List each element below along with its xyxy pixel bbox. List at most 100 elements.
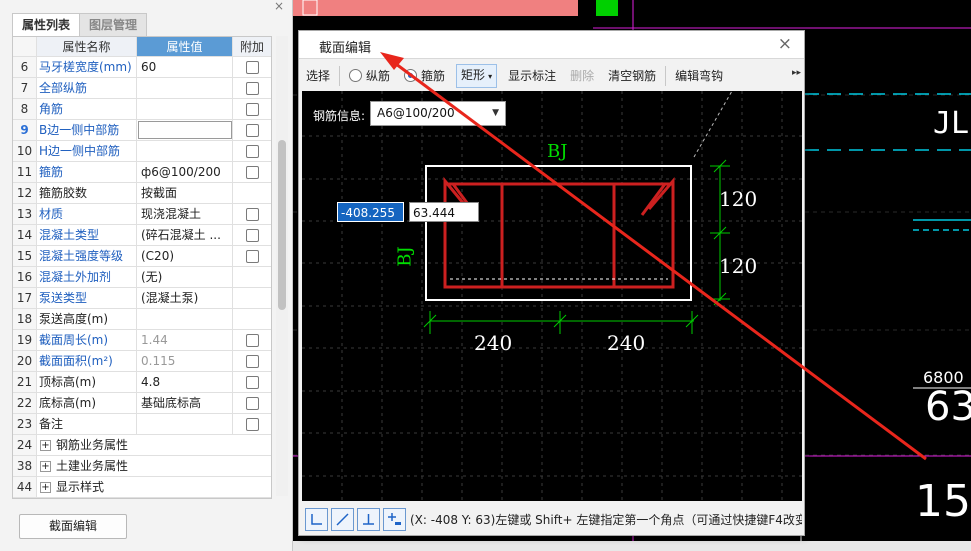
property-value[interactable]: 4.8 [137,372,233,392]
property-value[interactable]: (混凝土泵) [137,288,233,308]
coord-x-input[interactable]: -408.255 [337,202,404,222]
expand-icon[interactable]: + [40,440,51,451]
add-point-snap-icon[interactable] [383,507,406,531]
add-cell [233,288,271,308]
property-row[interactable]: 19 截面周长(m) 1.44 [13,330,271,351]
property-name: 顶标高(m) [37,372,137,392]
property-row[interactable]: 9 B边一侧中部筋 [13,120,271,141]
perpendicular-snap-icon[interactable] [357,507,380,531]
property-value[interactable] [137,309,233,329]
expand-icon[interactable]: + [40,461,51,472]
add-checkbox[interactable] [245,333,259,347]
property-value[interactable]: 0.115 [137,351,233,371]
property-value[interactable]: ф6@100/200 [137,162,233,182]
header-value: 属性值 [137,37,233,56]
close-icon[interactable]: × [778,34,792,54]
longitudinal-radio[interactable]: 纵筋 [342,63,397,89]
property-value[interactable]: 1.44 [137,330,233,350]
property-name: B边一侧中部筋 [37,120,137,140]
property-row[interactable]: 6 马牙槎宽度(mm) 60 [13,57,271,78]
add-checkbox[interactable] [245,354,259,368]
property-row[interactable]: 16 混凝土外加剂 (无) [13,267,271,288]
line-snap-icon[interactable] [331,507,354,531]
add-checkbox[interactable] [245,60,259,74]
dialog-toolbar: 选择 纵筋 箍筋 矩形 ▾ 显示标注 删除 清空钢筋 编辑弯钩 ▸▸ [299,62,804,90]
add-checkbox[interactable] [245,165,259,179]
stirrup-radio[interactable]: 箍筋 [397,63,452,89]
property-row[interactable]: 7 全部纵筋 [13,78,271,99]
property-value[interactable]: 按截面 [137,183,233,203]
property-group-row[interactable]: 44 + 显示样式 [13,477,271,498]
property-row[interactable]: 13 材质 现浇混凝土 [13,204,271,225]
property-name: H边一侧中部筋 [37,141,137,161]
add-checkbox[interactable] [245,375,259,389]
property-row[interactable]: 22 底标高(m) 基础底标高 [13,393,271,414]
section-canvas[interactable]: BJ BJ 240 240 120 120 钢筋信息: A6@100/200 ▼… [302,91,802,501]
add-cell [233,225,271,245]
expand-icon[interactable]: + [40,482,51,493]
add-checkbox[interactable] [245,228,259,242]
property-value[interactable]: (C20) [137,246,233,266]
property-row[interactable]: 12 箍筋胶数 按截面 [13,183,271,204]
show-label-button[interactable]: 显示标注 [501,63,563,89]
select-tool[interactable]: 选择 [299,63,337,89]
property-name: 备注 [37,414,137,434]
tab-property-list[interactable]: 属性列表 [12,13,81,36]
property-value[interactable] [137,414,233,434]
add-checkbox[interactable] [245,102,259,116]
dialog-title: 截面编辑 [319,41,372,56]
property-value-cell[interactable] [137,120,233,140]
edit-hook-button[interactable]: 编辑弯钩 [668,63,730,89]
add-checkbox[interactable] [245,123,259,137]
row-number: 44 [13,477,37,497]
property-row[interactable]: 11 箍筋 ф6@100/200 [13,162,271,183]
property-value[interactable] [137,141,233,161]
row-number: 15 [13,246,37,266]
property-row[interactable]: 15 混凝土强度等级 (C20) [13,246,271,267]
dim-h-1: 240 [474,331,513,355]
property-value[interactable] [137,78,233,98]
add-cell [233,330,271,350]
property-row[interactable]: 18 泵送高度(m) [13,309,271,330]
toolbar-overflow-icon[interactable]: ▸▸ [792,68,801,78]
property-row[interactable]: 14 混凝土类型 (碎石混凝土 ... [13,225,271,246]
property-value-input[interactable] [138,121,232,139]
property-row[interactable]: 10 H边一侧中部筋 [13,141,271,162]
close-icon[interactable]: × [274,0,284,13]
dialog-titlebar[interactable]: 截面编辑 × [299,31,804,59]
property-row[interactable]: 8 角筋 [13,99,271,120]
property-value[interactable]: (无) [137,267,233,287]
row-number: 11 [13,162,37,182]
property-row[interactable]: 20 截面面积(m²) 0.115 [13,351,271,372]
section-edit-button[interactable]: 截面编辑 [19,514,127,539]
scrollbar-thumb[interactable] [278,140,286,310]
ortho-snap-icon[interactable] [305,507,328,531]
add-checkbox[interactable] [245,417,259,431]
property-value[interactable]: (碎石混凝土 ... [137,225,233,245]
shape-dropdown[interactable]: 矩形 ▾ [456,64,498,88]
property-value[interactable] [137,99,233,119]
add-checkbox[interactable] [245,396,259,410]
property-group-row[interactable]: 24 + 钢筋业务属性 [13,435,271,456]
delete-button[interactable]: 删除 [563,63,601,89]
tab-layer-management[interactable]: 图层管理 [79,13,148,36]
rebar-info-select[interactable]: A6@100/200 ▼ [370,101,506,126]
property-value[interactable]: 基础底标高 [137,393,233,413]
property-value[interactable]: 60 [137,57,233,77]
add-checkbox[interactable] [245,144,259,158]
property-value[interactable]: 现浇混凝土 [137,204,233,224]
property-row[interactable]: 23 备注 [13,414,271,435]
group-label: 钢筋业务属性 [56,438,129,452]
add-checkbox[interactable] [245,249,259,263]
add-checkbox[interactable] [245,81,259,95]
bottom-toolbar-strip [293,541,971,551]
property-group-row[interactable]: 38 + 土建业务属性 [13,456,271,477]
row-number: 10 [13,141,37,161]
add-checkbox[interactable] [245,207,259,221]
clear-rebar-button[interactable]: 清空钢筋 [601,63,663,89]
property-name: 泵送高度(m) [37,309,137,329]
add-cell [233,120,271,140]
property-row[interactable]: 17 泵送类型 (混凝土泵) [13,288,271,309]
coord-y-input[interactable]: 63.444 [409,202,479,222]
property-row[interactable]: 21 顶标高(m) 4.8 [13,372,271,393]
